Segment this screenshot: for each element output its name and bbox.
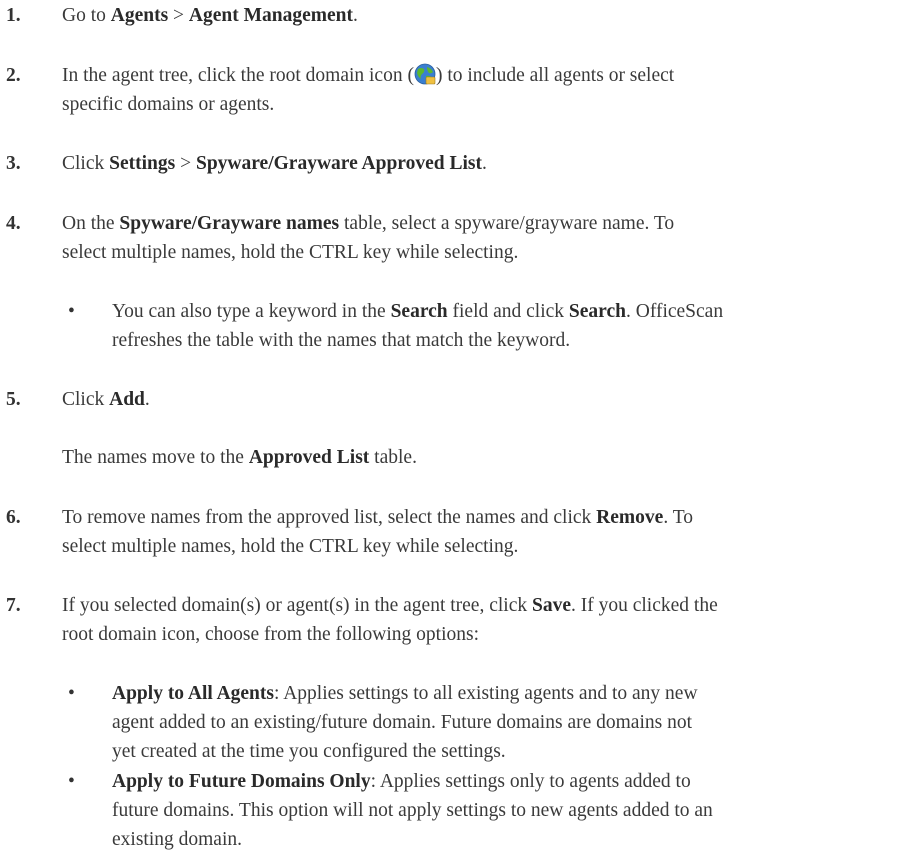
document-page: 1. Go to Agents > Agent Management. 2. I… [0, 0, 917, 850]
step-number: 2. [6, 65, 21, 86]
step-text: If you selected domain(s) or agent(s) in… [62, 595, 718, 645]
table-approved-list: Approved List [248, 447, 370, 468]
menu-settings: Settings [109, 153, 176, 174]
search-button-label: Search [568, 301, 626, 322]
step-text: Click Settings > Spyware/Grayware Approv… [62, 153, 487, 174]
save-button-label: Save [531, 595, 571, 616]
step-number: 1. [6, 5, 21, 26]
step-number: 5. [6, 389, 21, 410]
table-spyware-names: Spyware/Grayware names [119, 213, 340, 234]
bullet: • [68, 771, 75, 792]
step-number: 7. [6, 595, 21, 616]
step-text: In the agent tree, click the root domain… [62, 63, 675, 115]
step-5-note: The names move to the Approved List tabl… [62, 447, 417, 468]
option-title: Apply to Future Domains Only [112, 771, 371, 792]
add-button-label: Add [109, 389, 145, 410]
bullet: • [68, 683, 75, 704]
step-text: To remove names from the approved list, … [62, 507, 694, 557]
step-number: 6. [6, 507, 21, 528]
search-field-label: Search [390, 301, 448, 322]
bullet: • [68, 301, 75, 322]
menu-agents: Agents [110, 5, 169, 26]
remove-button-label: Remove [596, 507, 664, 528]
step-number: 3. [6, 153, 21, 174]
globe-icon [414, 63, 436, 85]
menu-spyware-approved-list: Spyware/Grayware Approved List [195, 153, 482, 174]
step-number: 4. [6, 213, 21, 234]
step-text: On the Spyware/Grayware names table, sel… [62, 213, 675, 263]
option-title: Apply to All Agents [112, 683, 274, 704]
menu-agent-management: Agent Management [188, 5, 354, 26]
step-text: Go to Agents > Agent Management. [62, 5, 358, 26]
step-text: Click Add. [62, 389, 150, 410]
